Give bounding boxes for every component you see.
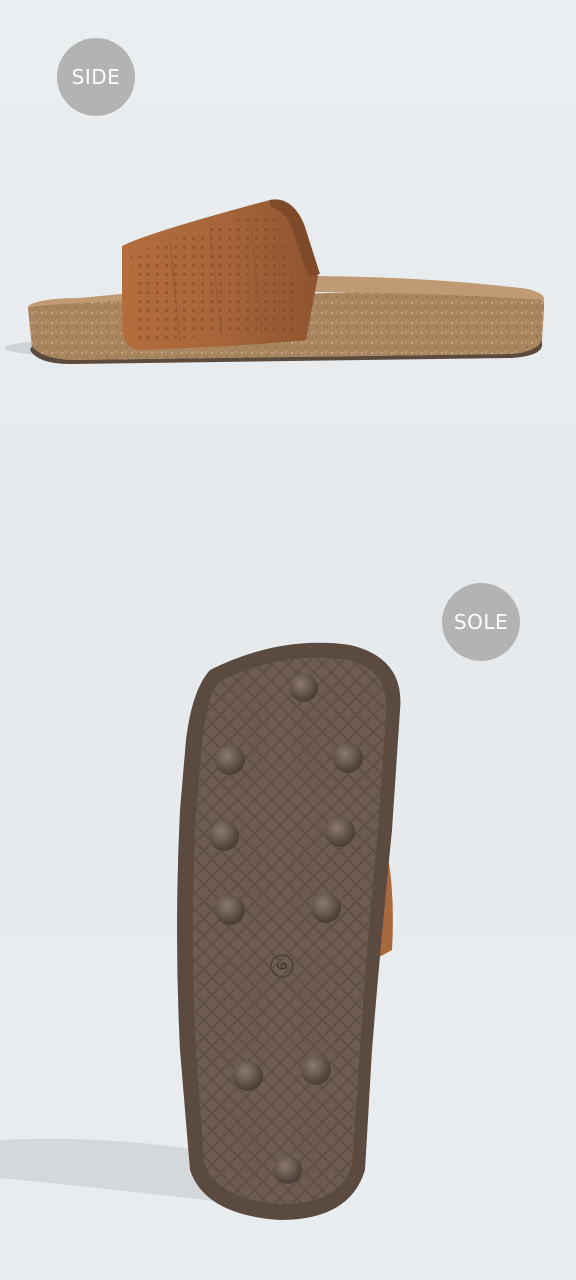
sole-size-mark: 9 — [273, 962, 288, 970]
slide-sandal-outsole-icon: 9 — [0, 642, 401, 1220]
sole-view-image: 9 — [0, 630, 576, 1230]
side-label-badge: SIDE — [57, 38, 135, 116]
side-view-image — [0, 180, 576, 380]
product-gallery: SIDE SOLE 9 — [0, 0, 576, 1280]
slide-sandal-side-icon — [5, 199, 545, 364]
